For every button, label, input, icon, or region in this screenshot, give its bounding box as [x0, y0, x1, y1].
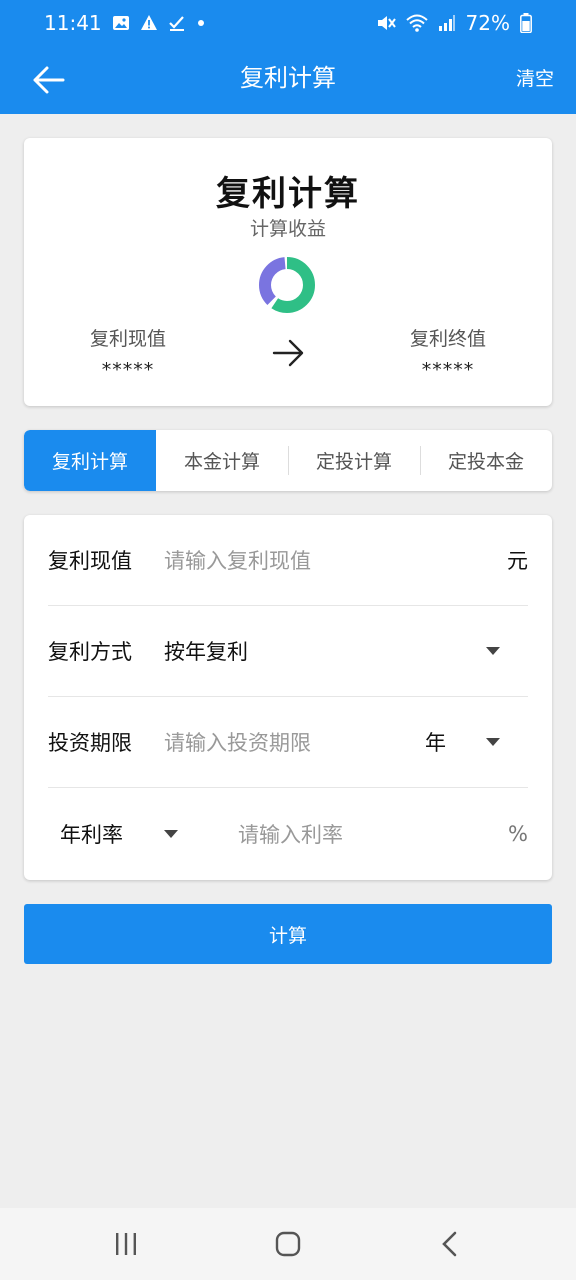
dropdown-caret-icon[interactable]	[486, 738, 500, 746]
home-icon	[275, 1231, 301, 1257]
rate-unit: %	[508, 821, 528, 846]
period-label: 投资期限	[48, 731, 132, 755]
home-button[interactable]	[268, 1226, 308, 1262]
future-value-result: *****	[421, 359, 475, 381]
arrow-right-icon	[272, 339, 304, 367]
present-value-input[interactable]: 请输入复利现值	[164, 545, 507, 575]
rate-input[interactable]: 请输入利率	[238, 819, 508, 849]
future-value-summary: 复利终值 *****	[368, 324, 528, 381]
summary-title: 复利计算	[216, 174, 360, 214]
donut-chart-icon	[259, 257, 315, 313]
system-nav-bar	[0, 1208, 576, 1280]
present-value-result: *****	[101, 359, 155, 381]
page-title: 复利计算	[240, 64, 336, 92]
wifi-icon	[405, 14, 428, 32]
arrow-left-icon	[33, 66, 65, 94]
summary-card: 复利计算 计算收益 复利现值 ***** 复利终值 *****	[24, 138, 552, 406]
status-bar: 11:41 72%	[0, 0, 576, 46]
present-value-unit: 元	[507, 549, 528, 573]
battery-icon	[520, 13, 532, 33]
compound-mode-label: 复利方式	[48, 640, 132, 664]
period-unit-select[interactable]: 年	[425, 727, 446, 757]
period-row: 投资期限 请输入投资期限 年	[48, 697, 528, 788]
present-value-label: 复利现值	[89, 328, 166, 350]
signal-icon	[438, 14, 456, 32]
present-value-row: 复利现值 请输入复利现值 元	[48, 515, 528, 606]
dropdown-caret-icon[interactable]	[164, 829, 178, 838]
present-value-summary: 复利现值 *****	[48, 324, 208, 381]
input-form: 复利现值 请输入复利现值 元 复利方式 按年复利 投资期限 请输入投资期限 年 …	[24, 515, 552, 880]
period-input[interactable]: 请输入投资期限	[164, 727, 425, 757]
compound-mode-select[interactable]: 按年复利	[164, 636, 486, 666]
chevron-left-icon	[442, 1231, 457, 1257]
tab-principal[interactable]: 本金计算	[156, 430, 288, 491]
clear-button[interactable]: 清空	[516, 64, 554, 91]
task-done-icon	[168, 14, 186, 32]
notification-dot-icon	[196, 18, 206, 28]
calc-tabs: 复利计算 本金计算 定投计算 定投本金	[24, 430, 552, 491]
rate-label: 年利率	[60, 822, 123, 847]
summary-subtitle: 计算收益	[249, 218, 326, 240]
present-value-field-label: 复利现值	[48, 549, 132, 573]
recents-icon	[116, 1233, 136, 1255]
gallery-icon	[112, 14, 130, 32]
rate-type-select[interactable]: 年利率	[48, 819, 238, 849]
calculate-button[interactable]: 计算	[24, 904, 552, 964]
app-bar: 复利计算 清空	[0, 46, 576, 114]
battery-percent: 72%	[465, 11, 510, 35]
back-button[interactable]	[26, 58, 70, 102]
warning-icon	[140, 14, 158, 32]
rate-row: 年利率 请输入利率 %	[48, 788, 528, 879]
tab-compound[interactable]: 复利计算	[24, 430, 156, 491]
recent-apps-button[interactable]	[106, 1226, 146, 1262]
tab-fixed-principal[interactable]: 定投本金	[420, 430, 552, 491]
system-back-button[interactable]	[430, 1226, 470, 1262]
dropdown-caret-icon[interactable]	[486, 647, 500, 655]
future-value-label: 复利终值	[409, 328, 486, 350]
compound-mode-row[interactable]: 复利方式 按年复利	[48, 606, 528, 697]
mute-icon	[376, 14, 396, 32]
tab-fixed-investment[interactable]: 定投计算	[288, 430, 420, 491]
status-time: 11:41	[44, 11, 102, 35]
